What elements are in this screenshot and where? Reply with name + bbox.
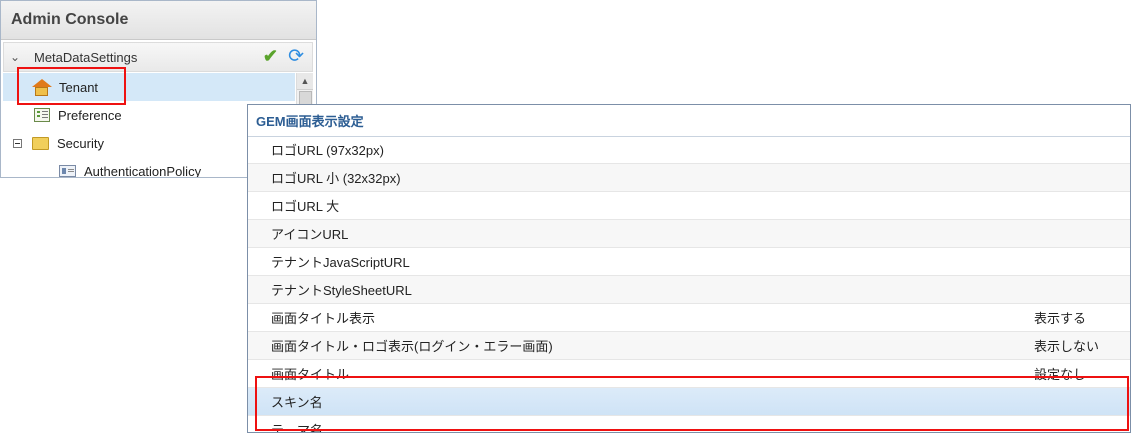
row-key: ロゴURL (97x32px) xyxy=(271,143,384,158)
settings-row[interactable]: ロゴURL 大 xyxy=(248,192,1130,220)
settings-row[interactable]: テナントStyleSheetURL xyxy=(248,276,1130,304)
settings-row[interactable]: テナントJavaScriptURL xyxy=(248,248,1130,276)
row-key: ロゴURL 大 xyxy=(271,199,340,214)
row-key: テナントStyleSheetURL xyxy=(271,283,412,298)
tree-root-label: MetaDataSettings xyxy=(34,49,138,65)
settings-row[interactable]: アイコンURL xyxy=(248,220,1130,248)
settings-row[interactable]: 画面タイトル・ロゴ表示(ログイン・エラー画面) 表示しない xyxy=(248,332,1130,360)
check-icon[interactable]: ✔ xyxy=(263,46,278,67)
row-value: 表示する xyxy=(1034,311,1087,326)
refresh-icon[interactable]: ⟳ xyxy=(288,45,304,68)
folder-icon xyxy=(32,136,49,150)
card-icon xyxy=(59,165,76,177)
row-value: 表示しない xyxy=(1034,339,1100,354)
settings-header: GEM画面表示設定 xyxy=(248,105,1130,137)
console-header: Admin Console xyxy=(1,1,316,40)
row-key: テナントJavaScriptURL xyxy=(271,255,410,270)
settings-row[interactable]: ロゴURL 小 (32x32px) xyxy=(248,164,1130,192)
row-key: 画面タイトル表示 xyxy=(271,311,376,326)
tree-item-label: AuthenticationPolicy xyxy=(84,163,202,178)
row-key: アイコンURL xyxy=(271,227,349,242)
row-key: ロゴURL 小 (32x32px) xyxy=(271,171,401,186)
tree-item-label: Security xyxy=(57,135,104,151)
console-title: Admin Console xyxy=(11,11,129,28)
highlight-skin-theme xyxy=(255,376,1129,431)
chevron-down-icon[interactable]: ⌄ xyxy=(10,50,24,64)
collapse-icon[interactable] xyxy=(13,138,22,148)
row-key: 画面タイトル・ロゴ表示(ログイン・エラー画面) xyxy=(271,339,553,354)
settings-title: GEM画面表示設定 xyxy=(256,114,364,129)
highlight-tenant xyxy=(17,67,126,105)
settings-row[interactable]: ロゴURL (97x32px) xyxy=(248,136,1130,164)
settings-row[interactable]: 画面タイトル表示 表示する xyxy=(248,304,1130,332)
list-icon xyxy=(34,108,50,122)
scroll-up-icon[interactable]: ▲ xyxy=(297,73,313,90)
tree-item-label: Preference xyxy=(58,107,122,123)
